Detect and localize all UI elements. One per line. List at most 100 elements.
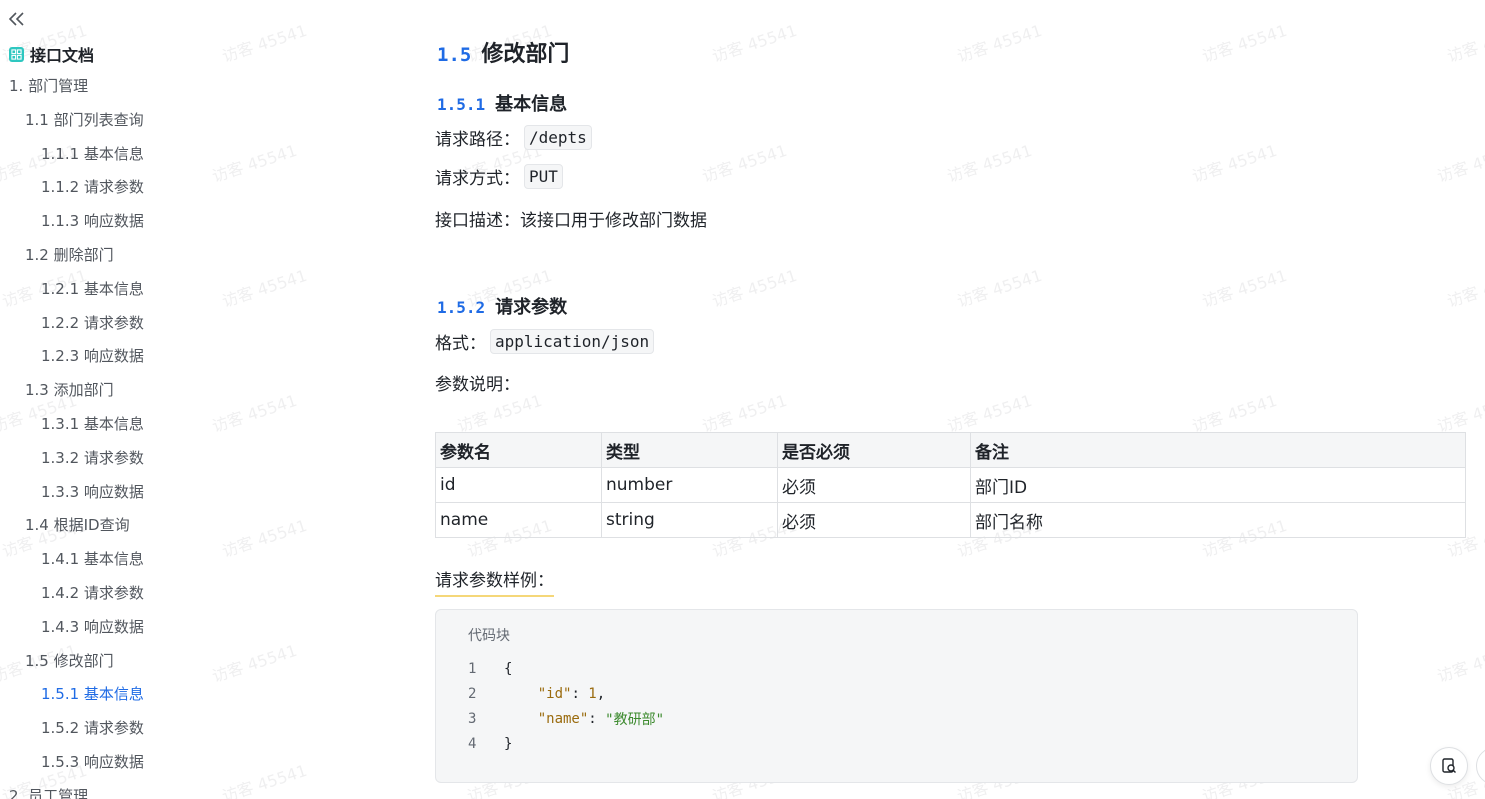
subheading-title: 请求参数 <box>495 297 568 318</box>
code-line: 4 } <box>468 731 664 756</box>
toc-item[interactable]: 1.2.3 响应数据 <box>41 346 144 366</box>
toc-item[interactable]: 2. 员工管理 <box>9 786 88 799</box>
table-header-cell: 参数名 <box>435 432 602 468</box>
code-key: "name" <box>537 710 589 727</box>
double-chevron-left-icon <box>8 12 24 26</box>
toc-item[interactable]: 1.4 根据ID查询 <box>25 515 130 535</box>
table-cell: 必须 <box>777 467 971 503</box>
params-table: 参数名 类型 是否必须 备注 id number 必须 部门ID name st… <box>435 432 1466 538</box>
code-value: 1 <box>588 685 597 702</box>
watermark-text: 访客 45541 <box>1434 640 1485 687</box>
format-label: 格式： <box>435 334 486 354</box>
subheading-number: 1.5.1 <box>437 95 486 114</box>
toc-item[interactable]: 1.1 部门列表查询 <box>25 110 144 130</box>
toc-item[interactable]: 1. 部门管理 <box>9 76 88 96</box>
copy-doc-icon <box>1442 758 1456 773</box>
table-header-cell: 备注 <box>970 432 1466 468</box>
subheading-basic-info: 1.5.1 基本信息 <box>437 90 567 116</box>
watermark-text: 访客 45541 <box>1434 140 1485 187</box>
toc-item[interactable]: 1.1.3 响应数据 <box>41 211 144 231</box>
toc-item[interactable]: 1.2 删除部门 <box>25 245 114 265</box>
request-method-row: 请求方式： PUT <box>435 164 563 189</box>
line-number: 3 <box>468 710 477 727</box>
toc-item[interactable]: 1.5 修改部门 <box>25 651 114 671</box>
toc-item[interactable]: 1.4.2 请求参数 <box>41 583 144 603</box>
code-token: } <box>504 735 513 752</box>
line-number: 4 <box>468 735 477 752</box>
table-cell: number <box>601 467 778 503</box>
watermark-text: 访客 45541 <box>1199 20 1290 67</box>
toc-item[interactable]: 1.5.1 基本信息 <box>41 684 144 704</box>
table-row: id number 必须 部门ID <box>435 467 1466 503</box>
doc-title-label: 接口文档 <box>30 46 95 65</box>
table-cell: id <box>435 467 602 503</box>
watermark-text: 访客 45541 <box>944 390 1035 437</box>
toc-item[interactable]: 1.1.1 基本信息 <box>41 144 144 164</box>
table-header-cell: 是否必须 <box>777 432 971 468</box>
toc-item[interactable]: 1.3.3 响应数据 <box>41 482 144 502</box>
toc-item[interactable]: 1.1.2 请求参数 <box>41 177 144 197</box>
params-description-label: 参数说明： <box>435 375 520 395</box>
request-method-label: 请求方式： <box>435 169 520 189</box>
watermark-text: 访客 45541 <box>1444 265 1485 312</box>
section-heading: 1.5 修改部门 <box>437 36 569 68</box>
table-cell: 必须 <box>777 502 971 538</box>
doc-icon <box>9 46 24 62</box>
watermark-text: 访客 45541 <box>709 265 800 312</box>
toc-item[interactable]: 1.4.1 基本信息 <box>41 549 144 569</box>
toc-item[interactable]: 1.5.2 请求参数 <box>41 718 144 738</box>
subheading-number: 1.5.2 <box>437 298 486 317</box>
sidebar: 接口文档 1. 部门管理 1.1 部门列表查询 1.1.1 基本信息 1.1.2 请求… <box>0 0 250 799</box>
code-key: "id" <box>537 685 572 702</box>
table-cell: string <box>601 502 778 538</box>
table-header-cell: 类型 <box>601 432 778 468</box>
watermark-text: 访客 45541 <box>699 140 790 187</box>
collapse-sidebar-button[interactable] <box>7 9 27 29</box>
watermark-text: 访客 45541 <box>1434 390 1485 437</box>
request-method-value: PUT <box>524 164 563 189</box>
watermark-text: 访客 45541 <box>1444 20 1485 67</box>
watermark-text: 访客 45541 <box>1199 265 1290 312</box>
code-block-title: 代码块 <box>468 628 510 644</box>
description-row: 接口描述： 该接口用于修改部门数据 <box>435 206 707 231</box>
table-cell: 部门名称 <box>970 502 1466 538</box>
code-lines: 1 { 2 "id": 1, 3 "name": "教研部" 4 } <box>468 656 664 756</box>
table-header-row: 参数名 类型 是否必须 备注 <box>435 432 1466 468</box>
doc-title[interactable]: 接口文档 <box>9 42 94 66</box>
floating-secondary-button[interactable] <box>1476 747 1485 785</box>
watermark-text: 访客 45541 <box>1189 140 1280 187</box>
section-title: 修改部门 <box>481 42 570 67</box>
watermark-text: 访客 45541 <box>709 20 800 67</box>
line-number: 1 <box>468 660 477 677</box>
watermark-text: 访客 45541 <box>699 390 790 437</box>
code-value: "教研部" <box>605 711 665 728</box>
toc-item[interactable]: 1.2.2 请求参数 <box>41 313 144 333</box>
table-cell: 部门ID <box>970 467 1466 503</box>
request-path-row: 请求路径： /depts <box>435 125 592 150</box>
sample-label: 请求参数样例： <box>435 566 554 597</box>
watermark-text: 访客 45541 <box>944 140 1035 187</box>
floating-toolbar-button[interactable] <box>1430 747 1468 785</box>
subheading-title: 基本信息 <box>495 94 568 115</box>
line-number: 2 <box>468 685 477 702</box>
toc-item[interactable]: 1.3.1 基本信息 <box>41 414 144 434</box>
request-path-value: /depts <box>524 125 592 150</box>
toc-item[interactable]: 1.5.3 响应数据 <box>41 752 144 772</box>
watermark-text: 访客 45541 <box>954 20 1045 67</box>
watermark-text: 访客 45541 <box>954 265 1045 312</box>
code-line: 2 "id": 1, <box>468 685 606 702</box>
toc-item[interactable]: 1.3 添加部门 <box>25 380 114 400</box>
format-value: application/json <box>490 329 655 354</box>
section-number: 1.5 <box>437 44 472 66</box>
subheading-request-params: 1.5.2 请求参数 <box>437 293 567 319</box>
table-row: name string 必须 部门名称 <box>435 502 1466 538</box>
toc-item[interactable]: 1.3.2 请求参数 <box>41 448 144 468</box>
description-label: 接口描述： <box>435 211 520 231</box>
toc-item[interactable]: 1.4.3 响应数据 <box>41 617 144 637</box>
code-line: 3 "name": "教研部" <box>468 710 665 728</box>
watermark-text: 访客 45541 <box>1189 390 1280 437</box>
table-cell: name <box>435 502 602 538</box>
code-block[interactable]: 代码块 1 { 2 "id": 1, 3 "name": "教研部" 4 } <box>435 609 1358 783</box>
toc-item[interactable]: 1.2.1 基本信息 <box>41 279 144 299</box>
code-line: 1 { <box>468 656 664 681</box>
